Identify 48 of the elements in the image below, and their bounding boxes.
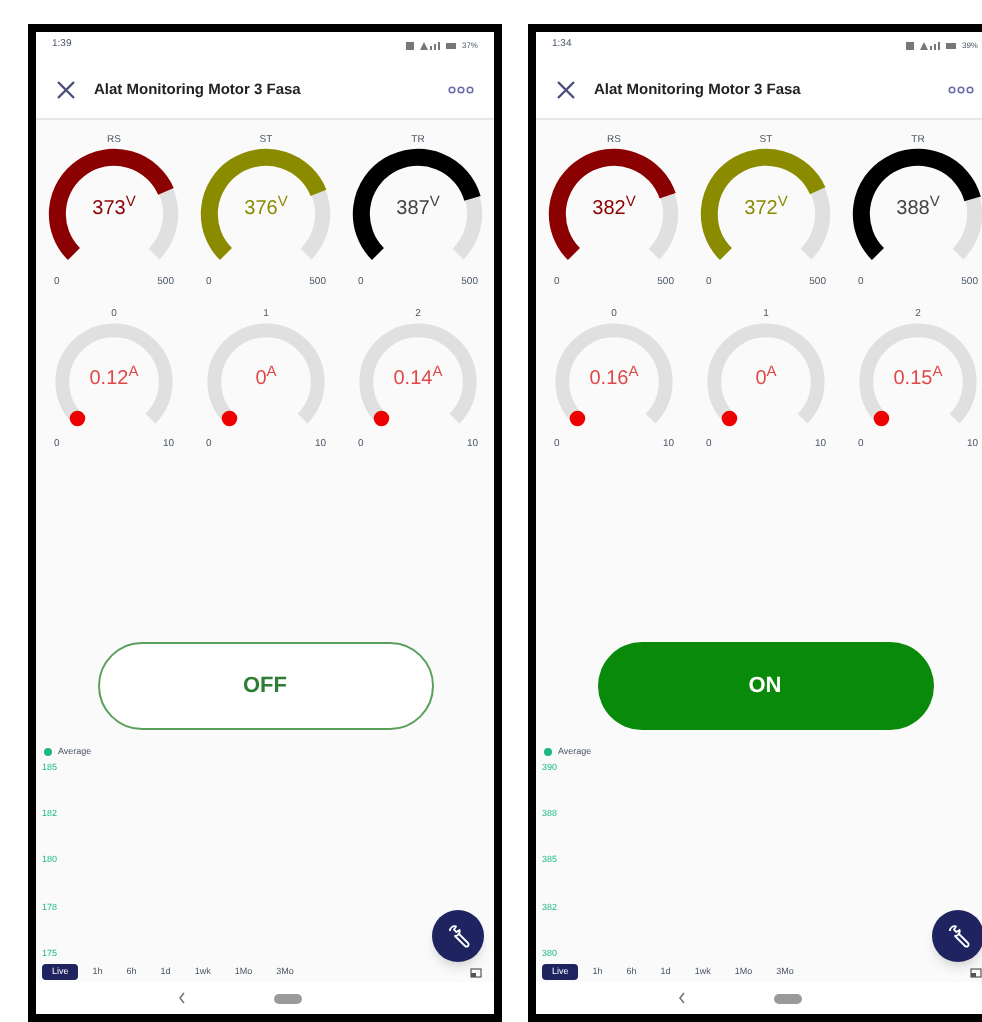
gauge-track [859, 323, 977, 424]
gauge-start-dot [569, 410, 586, 427]
gauge-track [648, 193, 679, 260]
gauge-value: 376$^{V}$ [244, 197, 288, 222]
gauge-value: 0.12$^{A}$ [89, 367, 139, 392]
wrench-icon [946, 924, 970, 948]
gauge-start-dot [373, 410, 390, 427]
gauge-value: 372$^{V}$ [744, 197, 788, 222]
gauge-value: 0.15$^{A}$ [893, 367, 943, 392]
more-menu-icon[interactable] [448, 85, 474, 93]
gauge-value: 0$^{A}$ [755, 367, 777, 392]
gauge-value: 382$^{V}$ [592, 197, 636, 222]
expand-icon[interactable] [970, 968, 982, 978]
gauge-start-dot [69, 410, 86, 427]
settings-fab-button[interactable] [932, 910, 982, 962]
back-icon[interactable] [677, 992, 685, 1004]
gauge-track [952, 197, 982, 260]
close-icon[interactable] [556, 79, 576, 99]
home-pill[interactable] [273, 993, 301, 1003]
power-toggle-button[interactable]: OFF [97, 642, 433, 730]
gauge-value: 0.16$^{A}$ [589, 367, 639, 392]
gauge-value: 373$^{V}$ [92, 197, 136, 222]
power-toggle-button[interactable]: ON [597, 642, 933, 730]
gauge-start-dot [221, 410, 238, 427]
gauge-track [300, 190, 331, 260]
gauge-value: 0.14$^{A}$ [393, 367, 443, 392]
settings-fab-button[interactable] [432, 910, 484, 962]
home-pill[interactable] [773, 993, 801, 1003]
expand-icon[interactable] [470, 968, 482, 978]
gauge-value: 387$^{V}$ [396, 197, 440, 222]
gauge-track [55, 323, 173, 424]
gauge-track [148, 188, 179, 260]
more-menu-icon[interactable] [948, 85, 974, 93]
gauge-value: 0$^{A}$ [255, 367, 277, 392]
status-icons [905, 40, 958, 52]
gauge-track [452, 196, 483, 260]
gauge-track [707, 323, 825, 424]
gauge-track [207, 323, 325, 424]
gauge-start-dot [873, 410, 890, 427]
wrench-icon [446, 924, 470, 948]
close-icon[interactable] [56, 79, 76, 99]
gauge-value: 388$^{V}$ [896, 197, 940, 222]
gauge-track [800, 188, 831, 260]
back-icon[interactable] [177, 992, 185, 1004]
gauge-track [359, 323, 477, 424]
status-icons [405, 40, 458, 52]
gauge-track [555, 323, 673, 424]
gauge-start-dot [721, 410, 738, 427]
